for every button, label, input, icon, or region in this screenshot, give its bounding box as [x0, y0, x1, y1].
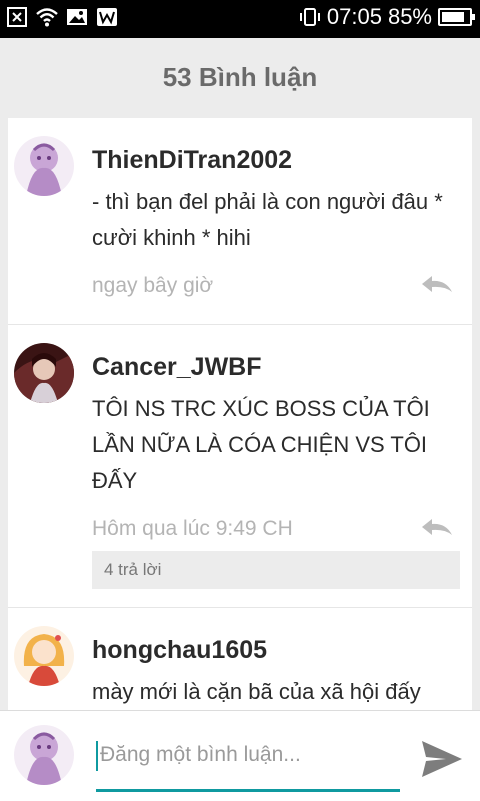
avatar[interactable] — [14, 626, 74, 686]
comment-text: TÔI NS TRC XÚC BOSS CỦA TÔI LẦN NỮA LÀ C… — [92, 396, 430, 493]
comment-list[interactable]: ThienDiTran2002 - thì bạn đel phải là co… — [8, 118, 472, 710]
avatar[interactable] — [14, 136, 74, 196]
image-icon — [67, 9, 87, 25]
comment-composer — [0, 710, 480, 801]
comment-time: Hôm qua lúc 9:49 CH — [92, 517, 293, 540]
comment-username[interactable]: Cancer_JWBF — [92, 353, 262, 382]
avatar[interactable] — [14, 343, 74, 403]
input-underline — [96, 789, 400, 792]
close-box-icon — [7, 7, 27, 27]
battery-icon — [438, 8, 475, 26]
send-icon[interactable] — [418, 737, 466, 781]
w-app-icon — [97, 8, 117, 26]
phone-vibrate-icon — [299, 8, 320, 26]
status-time: 07:05 — [326, 4, 382, 29]
comment-input[interactable] — [96, 737, 402, 773]
avatar — [14, 725, 74, 785]
avatar-image — [14, 343, 74, 403]
avatar-image — [14, 626, 74, 686]
comment-item[interactable]: Cancer_JWBF TÔI NS TRC XÚC BOSS CỦA TÔI … — [8, 325, 472, 608]
battery-fill — [442, 12, 465, 22]
status-left-icons — [6, 6, 118, 28]
text-cursor — [96, 741, 98, 771]
status-bar: 07:05 85% — [0, 0, 480, 38]
comment-item[interactable]: ThienDiTran2002 - thì bạn đel phải là co… — [8, 118, 472, 325]
wifi-icon — [36, 8, 58, 27]
view-replies-button[interactable]: 4 trả lời — [92, 551, 460, 589]
status-right: 07:05 85% — [299, 4, 475, 30]
reply-icon[interactable] — [420, 517, 454, 539]
page-title: 53 Bình luận — [162, 62, 318, 92]
avatar-image — [14, 136, 74, 196]
comments-header: 53 Bình luận — [0, 38, 480, 116]
comment-item[interactable]: hongchau1605 mày mới là cặn bã của xã hộ… — [8, 608, 472, 710]
avatar-image — [14, 725, 74, 785]
reply-icon[interactable] — [420, 274, 454, 296]
comment-username[interactable]: hongchau1605 — [92, 636, 267, 665]
battery-percent: 85% — [387, 4, 432, 29]
comment-text: - thì bạn đel phải là con người đâu * cư… — [92, 189, 443, 250]
comment-time: ngay bây giờ — [92, 274, 214, 297]
comment-username[interactable]: ThienDiTran2002 — [92, 146, 292, 175]
comment-text: mày mới là cặn bã của xã hội đấy — [92, 679, 421, 704]
